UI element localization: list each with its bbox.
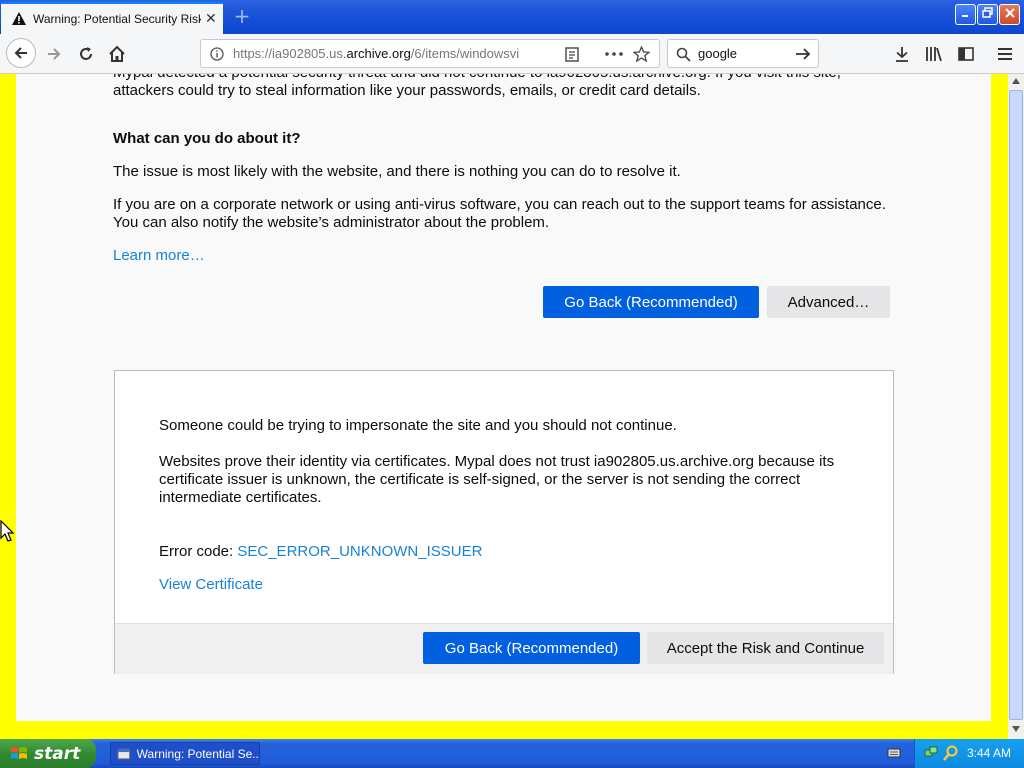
menu-button[interactable] [991,40,1019,68]
sidebar-button[interactable] [952,40,980,68]
clock: 3:44 AM [967,746,1012,760]
mouse-cursor-icon [0,520,14,542]
library-button[interactable] [920,40,948,68]
tab-close-icon[interactable]: ✕ [205,11,217,27]
search-bar[interactable]: google [667,39,819,68]
new-tab-button[interactable]: + [231,4,253,28]
taskbar-item-label: Warning: Potential Se... [136,746,259,761]
tab-title: Warning: Potential Security Risk A [33,12,201,26]
title-bar: Warning: Potential Security Risk A ✕ + [0,0,1024,34]
advanced-panel: Someone could be trying to impersonate t… [114,370,894,674]
more-actions-icon[interactable] [605,52,623,56]
paragraph-1: The issue is most likely with the websit… [113,163,681,180]
reload-icon [80,47,92,60]
sidebar-icon [958,47,974,61]
url-host: archive.org [346,46,411,61]
minimize-icon [961,15,968,17]
certificate-explanation-line-1: Websites prove their identity via certif… [159,453,835,470]
back-button[interactable] [6,38,36,68]
downloads-button[interactable] [888,40,916,68]
panel-footer: Go Back (Recommended) Accept the Risk an… [115,623,893,674]
info-icon[interactable] [210,47,224,61]
vertical-scrollbar[interactable] [1008,74,1024,739]
forward-arrow-icon [48,48,61,60]
search-icon [676,47,691,62]
error-code-row: Error code: SEC_ERROR_UNKNOWN_ISSUER [159,543,482,561]
learn-more-link[interactable]: Learn more… [113,247,205,265]
search-go-arrow-icon[interactable] [795,47,811,61]
window-close-button[interactable] [999,4,1020,25]
certificate-explanation-line-3: intermediate certificates. [159,489,322,506]
warning-icon [12,12,26,25]
reload-button[interactable] [72,40,100,68]
url-bar[interactable]: https://ia902805.us.archive.org/6/items/… [200,39,660,68]
intro-text: attackers could try to steal information… [113,82,701,99]
start-label: start [34,743,81,764]
close-icon [1004,8,1015,18]
bookmark-star-icon[interactable] [633,46,650,62]
forward-button[interactable] [40,40,68,68]
accept-risk-button[interactable]: Accept the Risk and Continue [647,632,884,664]
page-heading: What can you do about it? [113,130,301,147]
start-button[interactable]: start [0,739,96,768]
url-text: https://ia902805.us.archive.org/6/items/… [233,46,555,61]
taskbar-item-browser[interactable]: Warning: Potential Se... [110,742,260,765]
view-certificate-link[interactable]: View Certificate [159,576,263,594]
hamburger-menu-icon [998,48,1012,60]
intro-text-partial: Mypal detected a potential security thre… [113,74,841,82]
reader-view-icon[interactable] [565,47,579,62]
restore-button[interactable] [977,4,998,25]
restore-icon [982,7,993,18]
keyboard-icon[interactable] [887,747,901,759]
paragraph-2-line-1: If you are on a corporate network or usi… [113,196,886,213]
minimize-button[interactable] [955,4,976,25]
back-arrow-icon [14,47,27,59]
panel-go-back-button[interactable]: Go Back (Recommended) [423,632,640,664]
url-path: /6/items/windowsvi [410,46,520,61]
advanced-button[interactable]: Advanced… [767,286,890,318]
scroll-thumb[interactable] [1009,90,1023,720]
error-page: Mypal detected a potential security thre… [16,74,991,721]
navigation-toolbar: https://ia902805.us.archive.org/6/items/… [0,34,1024,74]
browser-app-icon [117,748,131,759]
search-tray-icon[interactable] [943,745,959,761]
home-button[interactable] [103,40,131,68]
browser-tab[interactable]: Warning: Potential Security Risk A ✕ [1,2,223,34]
download-icon [896,47,908,62]
taskbar: start Warning: Potential Se... 3:44 AM [0,739,1024,768]
scroll-up-arrow-icon[interactable] [1012,78,1020,84]
error-code-label: Error code: [159,543,238,560]
impersonation-warning: Someone could be trying to impersonate t… [159,417,677,434]
network-icon[interactable] [924,745,940,761]
search-input[interactable]: google [698,46,737,61]
windows-logo-icon [11,746,27,759]
library-icon [926,47,942,62]
go-back-button[interactable]: Go Back (Recommended) [543,286,759,318]
url-prefix: https://ia902805.us. [233,46,347,61]
system-tray: 3:44 AM [914,739,1024,768]
scroll-down-arrow-icon[interactable] [1012,726,1020,732]
paragraph-2-line-2: You can also notify the website’s admini… [113,214,550,231]
certificate-explanation-line-2: certificate issuer is unknown, the certi… [159,471,801,488]
content-area: Mypal detected a potential security thre… [0,74,1008,739]
home-icon [109,45,125,62]
error-code-link[interactable]: SEC_ERROR_UNKNOWN_ISSUER [237,543,482,560]
